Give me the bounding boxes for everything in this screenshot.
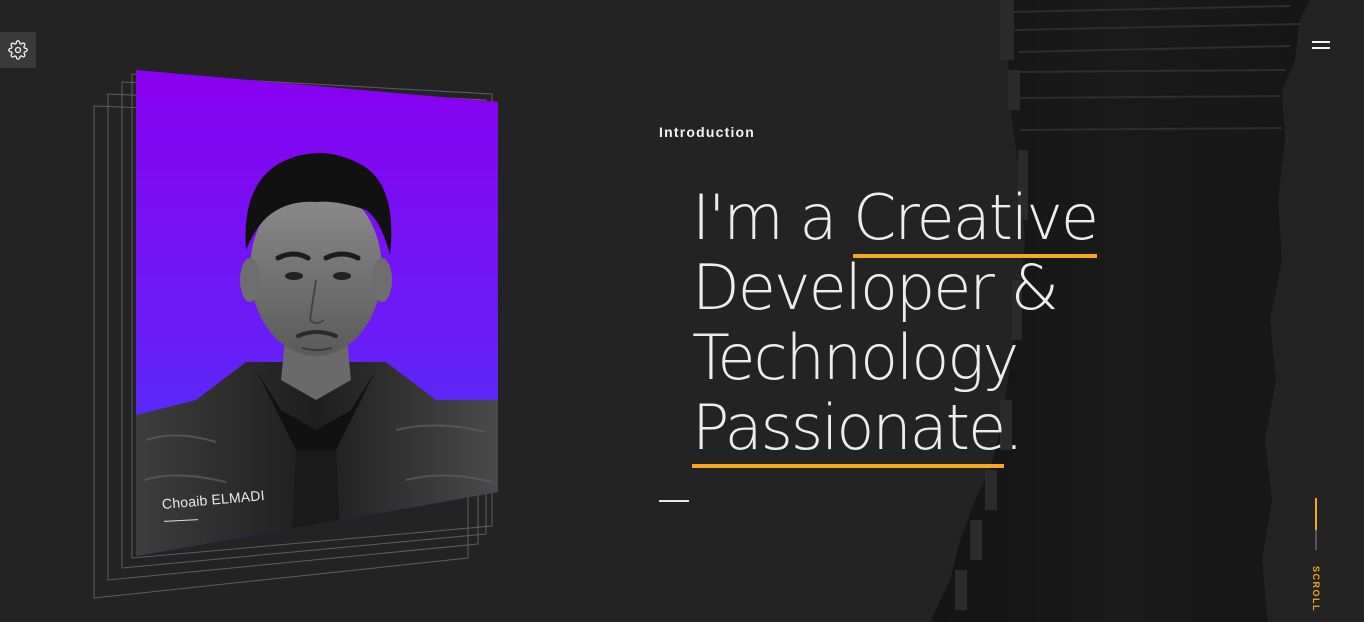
scroll-progress (1315, 498, 1317, 530)
hamburger-icon-bar (1312, 47, 1330, 49)
hamburger-icon-bar (1312, 41, 1330, 43)
gear-icon (8, 40, 28, 60)
headline-line-1: I'm a Creative (692, 181, 1212, 258)
page: Choaib ELMADI Introduction I'm a Creativ… (0, 0, 1364, 622)
headline-divider (659, 500, 689, 502)
headline-highlight-creative: Creative (853, 181, 1099, 258)
scroll-indicator[interactable]: SCROLL (1305, 498, 1327, 612)
portrait-image (136, 70, 498, 556)
section-label: Introduction (659, 124, 756, 140)
headline-highlight-passionate: Passionate (692, 391, 1006, 468)
scroll-label: SCROLL (1311, 566, 1321, 612)
headline-line-3: Technology (692, 321, 1019, 394)
headline-text: I'm a (692, 181, 854, 254)
headline-suffix: . (1004, 391, 1024, 464)
headline: I'm a Creative Developer & Technology Pa… (692, 181, 1212, 468)
menu-button[interactable] (1310, 36, 1332, 54)
headline-line-4: Passionate. (692, 391, 1212, 468)
settings-button[interactable] (0, 32, 36, 68)
headline-line-2: Developer & (692, 251, 1059, 324)
